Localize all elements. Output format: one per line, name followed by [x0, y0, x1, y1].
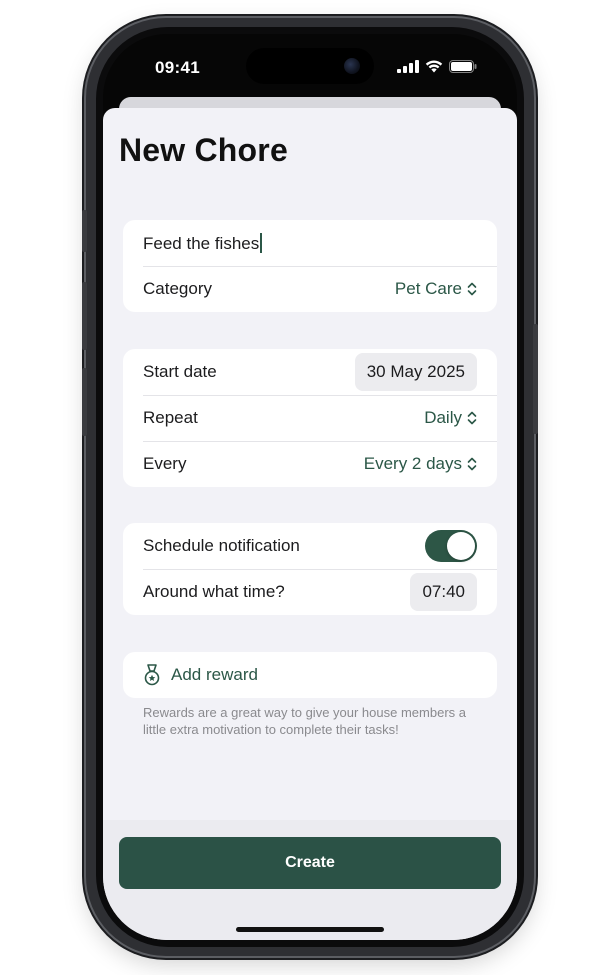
page-title: New Chore: [119, 132, 288, 168]
reward-description: Rewards are a great way to give your hou…: [143, 705, 466, 737]
every-label: Every: [143, 454, 187, 473]
category-picker[interactable]: Pet Care: [395, 279, 477, 299]
category-label: Category: [143, 279, 212, 298]
create-button[interactable]: Create: [119, 837, 501, 889]
chore-name-field[interactable]: Feed the fishes: [123, 220, 497, 266]
notification-time-label: Around what time?: [143, 582, 285, 601]
text-cursor: [260, 232, 263, 253]
every-value: Every 2 days: [363, 454, 462, 473]
chore-details-card: Feed the fishes Category Pet Care: [123, 220, 497, 312]
category-value: Pet Care: [394, 279, 462, 298]
medal-icon: [144, 664, 160, 686]
every-row[interactable]: Every Every 2 days: [123, 441, 497, 487]
dynamic-island: [246, 48, 374, 84]
start-date-picker[interactable]: 30 May 2025: [354, 353, 477, 391]
schedule-notification-row: Schedule notification: [123, 523, 497, 569]
phone-screen: 09:41 New Chore Feed the fishes Category…: [103, 34, 517, 940]
volume-up-hardware: [82, 282, 87, 350]
add-reward-button[interactable]: Add reward: [123, 652, 497, 698]
reward-card: Add reward: [123, 652, 497, 698]
notification-time-picker[interactable]: 07:40: [410, 573, 477, 611]
every-picker[interactable]: Every 2 days: [364, 454, 477, 474]
chevron-updown-icon: [467, 411, 477, 425]
schedule-notification-toggle[interactable]: [425, 530, 477, 562]
chore-name-value: Feed the fishes: [143, 233, 260, 253]
power-button-hardware: [533, 324, 538, 434]
schedule-notification-label: Schedule notification: [143, 536, 300, 555]
start-date-row: Start date 30 May 2025: [123, 349, 497, 395]
notification-time-row: Around what time? 07:40: [123, 569, 497, 615]
status-time: 09:41: [155, 58, 200, 77]
action-button-hardware: [82, 210, 87, 252]
status-icons: [397, 60, 477, 73]
camera-icon: [344, 58, 360, 74]
repeat-label: Repeat: [143, 408, 198, 427]
notification-card: Schedule notification Around what time? …: [123, 523, 497, 615]
battery-icon: [449, 60, 477, 73]
toggle-knob: [447, 532, 475, 560]
repeat-row[interactable]: Repeat Daily: [123, 395, 497, 441]
repeat-picker[interactable]: Daily: [424, 408, 477, 428]
chevron-updown-icon: [467, 457, 477, 471]
add-reward-label: Add reward: [171, 665, 258, 684]
wifi-icon: [425, 60, 443, 73]
start-date-label: Start date: [143, 362, 217, 381]
repeat-value: Daily: [424, 408, 462, 427]
chevron-updown-icon: [467, 282, 477, 296]
signal-icon: [397, 60, 419, 73]
category-row[interactable]: Category Pet Care: [123, 266, 497, 312]
schedule-card: Start date 30 May 2025 Repeat Daily Ever…: [123, 349, 497, 487]
volume-down-hardware: [82, 368, 87, 436]
home-indicator: [236, 927, 384, 932]
